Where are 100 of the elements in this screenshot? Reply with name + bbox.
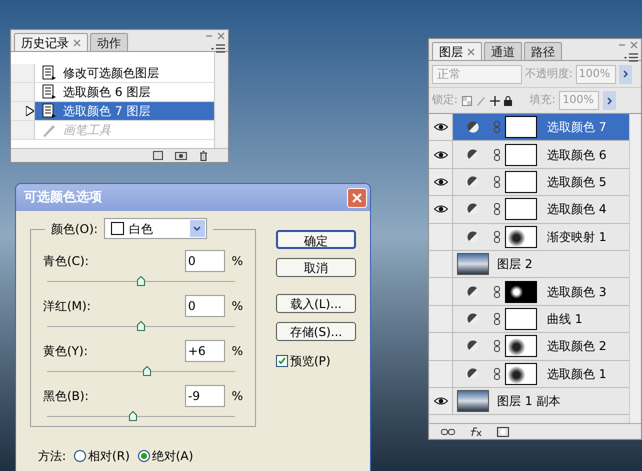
visibility-toggle[interactable] (429, 306, 453, 332)
color-dropdown[interactable]: 白色 (104, 218, 207, 239)
history-state-marker-icon (26, 106, 34, 116)
move-icon[interactable] (490, 96, 500, 106)
visibility-toggle[interactable] (429, 333, 453, 360)
link-icon[interactable] (494, 312, 500, 325)
layer-name: 选取颜色 2 (547, 338, 606, 356)
step-label: 选取颜色 7 图层 (63, 103, 150, 120)
layer-row[interactable]: 选取颜色 7 (429, 114, 629, 142)
dialog-title: 可选颜色选项 (24, 188, 102, 207)
layer-name: 渐变映射 1 (547, 228, 606, 246)
eye-icon (434, 178, 448, 186)
panel-menu-icon[interactable] (211, 44, 225, 53)
adjustment-icon (467, 230, 479, 243)
radio-button[interactable] (138, 450, 150, 462)
mask-icon[interactable] (497, 426, 509, 436)
layer-row[interactable]: 图层 2 (429, 250, 629, 278)
visibility-toggle[interactable] (429, 360, 453, 387)
opacity-arrow-button[interactable] (618, 64, 632, 84)
panel-tab[interactable]: 图层 (432, 42, 482, 60)
radio-button[interactable] (74, 450, 86, 462)
link-icon[interactable] (494, 368, 500, 380)
panel-tab[interactable]: 动作 (90, 33, 128, 51)
link-icon[interactable] (494, 148, 500, 161)
history-step[interactable]: 选取颜色 7 图层 (11, 102, 214, 121)
lock-icon[interactable] (504, 96, 512, 106)
history-step[interactable]: 修改可选颜色图层 (11, 64, 214, 83)
link-icon[interactable] (494, 230, 500, 243)
scrollbar[interactable] (214, 52, 228, 148)
visibility-toggle[interactable] (429, 141, 453, 168)
layer-row[interactable]: 选取颜色 6 (429, 141, 629, 169)
step-label: 修改可选颜色图层 (63, 65, 159, 82)
dialog-button[interactable]: 载入(L)... (276, 294, 356, 313)
close-icon[interactable] (217, 32, 225, 40)
fill-arrow-button[interactable] (603, 91, 616, 110)
lock-label: 锁定: (432, 92, 458, 108)
scrollbar[interactable] (629, 114, 641, 423)
value-field[interactable]: -9 (185, 385, 225, 407)
visibility-toggle[interactable] (429, 114, 453, 140)
dropdown-arrow-button[interactable] (190, 220, 205, 237)
layer-row[interactable]: 选取颜色 3 (429, 278, 629, 306)
layer-name: 曲线 1 (547, 310, 582, 328)
unit-label: % (230, 298, 243, 315)
tab-label: 动作 (97, 34, 121, 52)
step-label: 选取颜色 6 图层 (63, 84, 150, 101)
dialog-button[interactable]: 存储(S)... (276, 322, 356, 341)
panel-tab[interactable]: 通道 (484, 42, 522, 60)
slider-thumb[interactable] (142, 366, 151, 376)
method-label: 方法: (38, 448, 66, 465)
adjustment-icon (467, 368, 479, 380)
visibility-toggle[interactable] (429, 168, 453, 196)
visibility-toggle[interactable] (429, 196, 453, 223)
layer-row[interactable]: 选取颜色 2 (429, 333, 629, 361)
document-icon (41, 84, 57, 100)
layer-row[interactable]: 选取颜色 5 (429, 168, 629, 196)
link-icon[interactable] (494, 340, 500, 352)
slider-thumb[interactable] (137, 321, 145, 331)
document-icon (41, 65, 57, 81)
link-icon[interactable] (494, 176, 500, 188)
link-icon[interactable] (494, 286, 500, 298)
eye-icon (434, 150, 448, 159)
link-icon[interactable] (494, 203, 500, 216)
panel-tab[interactable]: 历史记录 (14, 33, 88, 51)
dialog-button[interactable]: 确定 (276, 230, 356, 249)
panel-menu-icon[interactable] (624, 53, 638, 62)
layer-row[interactable]: 选取颜色 4 (429, 196, 629, 224)
visibility-toggle[interactable] (429, 250, 453, 278)
unit-label: % (230, 388, 243, 405)
checkmark-icon (278, 357, 286, 365)
visibility-toggle[interactable] (429, 278, 453, 305)
chevron-right-icon (607, 96, 612, 104)
layer-row[interactable]: 渐变映射 1 (429, 224, 629, 251)
tab-close-icon[interactable] (73, 38, 81, 46)
visibility-toggle[interactable] (429, 388, 453, 414)
layer-row[interactable]: 曲线 1 (429, 306, 629, 334)
trash-icon[interactable] (199, 150, 208, 160)
link-icon[interactable] (441, 428, 455, 434)
layer-name: 图层 1 副本 (497, 393, 560, 410)
preview-checkbox[interactable] (276, 355, 288, 367)
layer-row[interactable]: 选取颜色 1 (429, 360, 629, 388)
checkerboard-icon[interactable] (462, 96, 472, 106)
tab-close-icon[interactable] (467, 48, 475, 56)
visibility-toggle[interactable] (429, 224, 453, 250)
value-field[interactable]: 0 (185, 250, 225, 272)
slider-thumb[interactable] (129, 411, 138, 421)
adjustment-icon (467, 286, 479, 298)
value-field[interactable]: 0 (185, 295, 225, 317)
slider-thumb[interactable] (137, 276, 145, 286)
layer-row[interactable]: 图层 1 副本 (429, 388, 629, 416)
panel-tab[interactable]: 路径 (524, 42, 562, 60)
camera-icon[interactable] (175, 151, 187, 160)
layer-name: 选取颜色 7 (547, 119, 606, 136)
value-field[interactable]: +6 (185, 340, 225, 362)
close-icon[interactable] (630, 41, 638, 49)
fx-icon[interactable] (469, 426, 483, 436)
close-button[interactable] (347, 188, 367, 208)
dialog-button[interactable]: 取消 (276, 258, 356, 277)
slider-label: 青色(C): (43, 253, 90, 270)
chevron-right-icon (622, 70, 628, 78)
document-icon[interactable] (153, 151, 163, 160)
